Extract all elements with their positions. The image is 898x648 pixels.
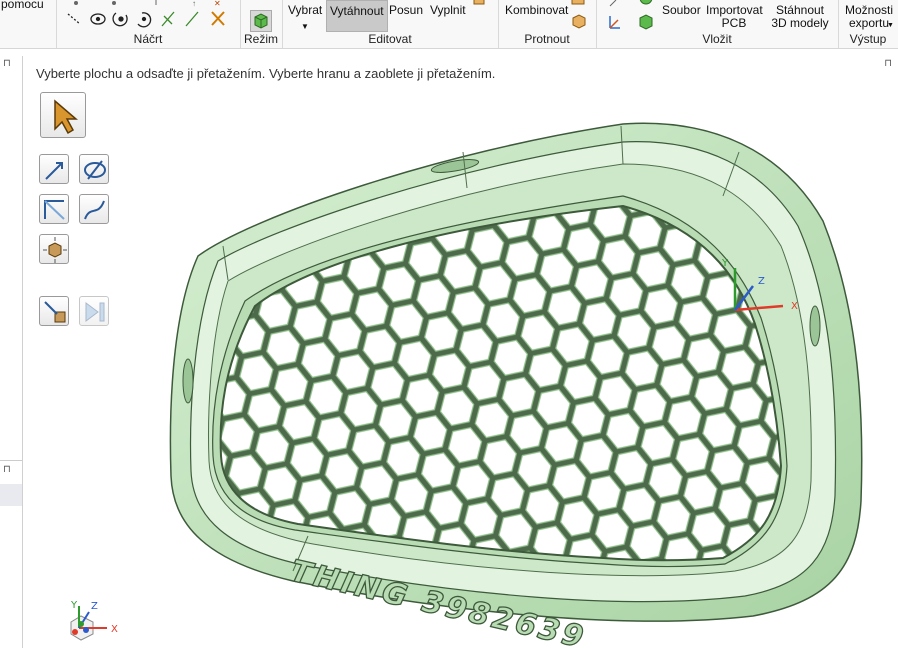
cube-icon xyxy=(254,13,268,29)
export-dropdown-icon[interactable]: ▼ xyxy=(887,19,894,32)
pomocu-button[interactable]: pomocu xyxy=(1,0,44,11)
svg-text:Z: Z xyxy=(91,601,98,612)
svg-text:↑: ↑ xyxy=(192,0,196,8)
fill-button[interactable]: Vyplnit xyxy=(430,4,466,17)
insert-group-label: Vložit xyxy=(702,32,732,46)
wall-slot-left xyxy=(182,358,194,404)
intersect-group-label: Protnout xyxy=(524,32,570,46)
pin-icon[interactable]: ⊓ xyxy=(3,58,11,69)
svg-text:Z: Z xyxy=(758,276,765,287)
file-button[interactable]: Soubor xyxy=(662,4,701,17)
insert-tools-icons[interactable] xyxy=(606,0,654,32)
mode-group-label: Režim xyxy=(243,32,278,46)
honeycomb-tray-model[interactable]: THING 3982639 Y Z X Y Z X xyxy=(23,56,898,648)
left-panel-strip: ⊓ ⊓ xyxy=(0,56,23,648)
output-group-label: Výstup xyxy=(849,32,887,46)
pin-icon[interactable]: ⊓ xyxy=(3,464,11,475)
panel-divider xyxy=(0,460,22,461)
svg-text:X: X xyxy=(111,624,118,635)
edit-group-label: Editovat xyxy=(368,32,412,46)
ribbon-group-mode: Režim xyxy=(240,0,283,48)
mode-button[interactable] xyxy=(250,10,272,32)
ribbon-group-edit: Vybrat ▼ Vytáhnout Posun Vyplnit Editova… xyxy=(282,0,499,48)
svg-text:Y: Y xyxy=(721,258,729,269)
svg-text:✕: ✕ xyxy=(214,0,221,8)
intersect-tools-icons[interactable] xyxy=(570,0,588,30)
ribbon-group-intersect: Kombinovat Protnout xyxy=(498,0,597,48)
ribbon: pomocu ↑ ✕ Náčrt Režim Vybrat ▼ Vytáhnou… xyxy=(0,0,898,49)
ribbon-group-sketch: ↑ ✕ Náčrt xyxy=(56,0,241,48)
3d-viewport[interactable]: ⊓ Vyberte plochu a odsaďte ji přetažením… xyxy=(23,56,898,648)
edit-extra-icon[interactable] xyxy=(472,0,488,8)
import-pcb-button[interactable]: Importovat PCB xyxy=(706,4,763,30)
sketch-tools-icons[interactable]: ↑ ✕ xyxy=(64,0,234,30)
move-button[interactable]: Posun xyxy=(389,4,423,17)
pull-button[interactable]: Vytáhnout xyxy=(326,0,388,32)
svg-text:Y: Y xyxy=(70,600,78,611)
sketch-group-label: Náčrt xyxy=(133,32,163,46)
svg-text:X: X xyxy=(791,301,798,312)
ribbon-group-output: Možnosti exportu ▼ Výstup xyxy=(838,0,898,48)
panel-tab[interactable] xyxy=(0,484,22,506)
view-orientation-triad[interactable]: Y Z X xyxy=(70,600,118,641)
download-3d-models-button[interactable]: Stáhnout 3D modely xyxy=(768,4,832,30)
combine-button[interactable]: Kombinovat xyxy=(505,4,568,17)
select-button[interactable]: Vybrat xyxy=(288,4,322,17)
wall-slot-right xyxy=(809,305,821,347)
ribbon-group-partial: pomocu xyxy=(0,0,57,48)
ribbon-group-insert: Soubor Importovat PCB Stáhnout 3D modely… xyxy=(596,0,839,48)
